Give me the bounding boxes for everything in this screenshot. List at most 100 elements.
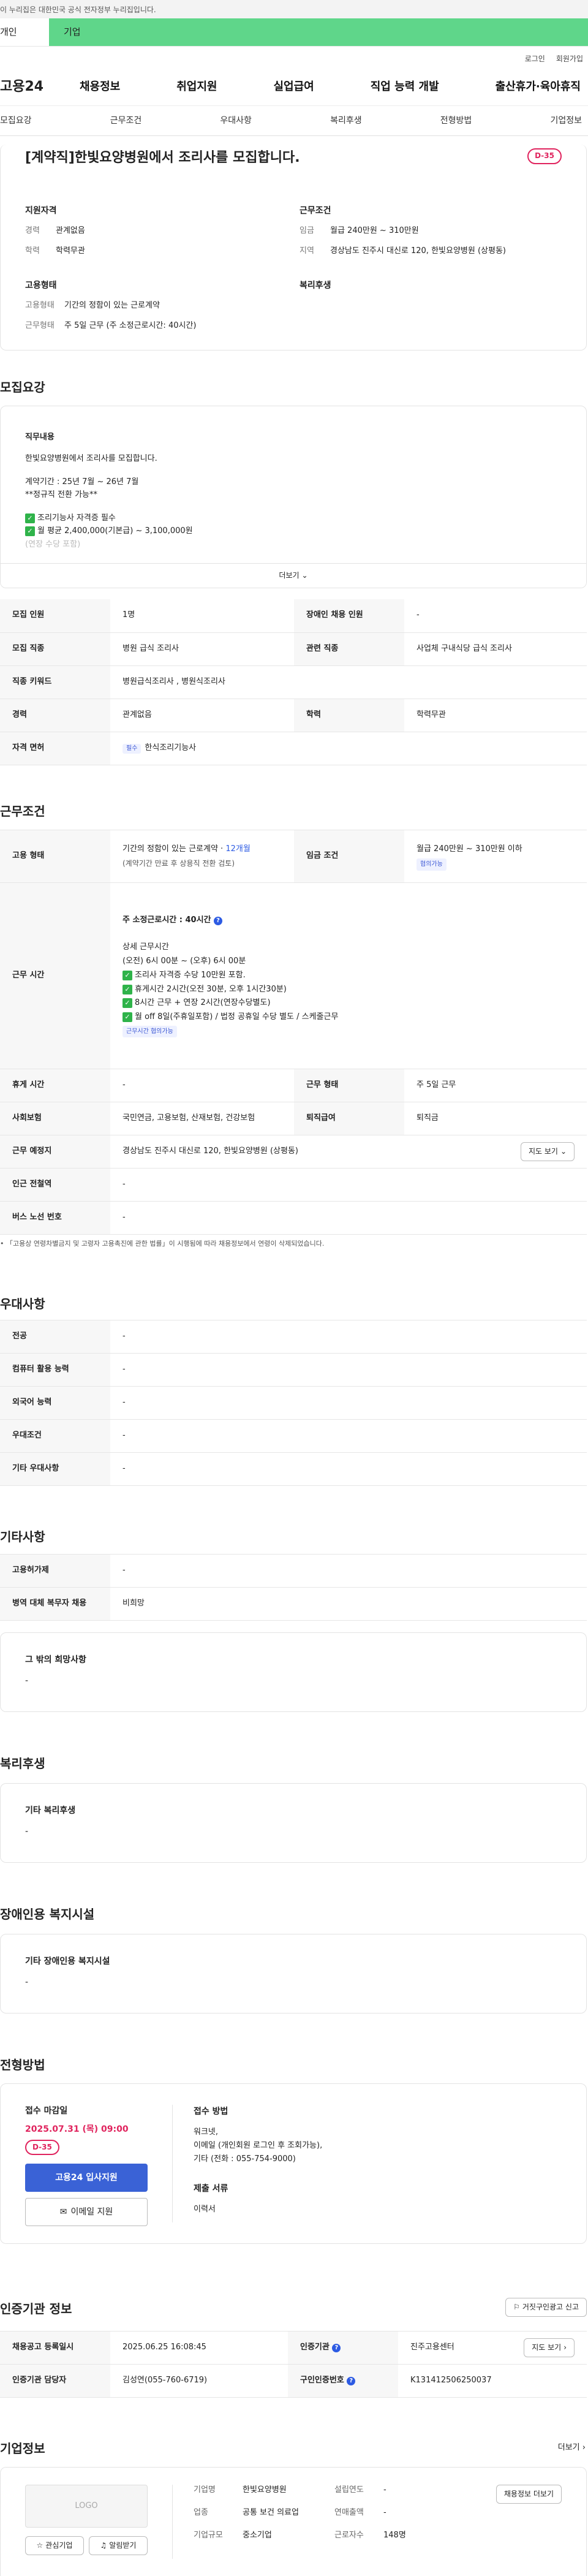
other-wishes-box: 그 밖의 희망사항 - (0, 1632, 587, 1712)
table-value: - (110, 1554, 587, 1588)
conditions-heading: 근무조건 (0, 804, 45, 819)
career-label: 경력 (25, 226, 40, 236)
wage-value: 월급 240만원 ~ 310만원 (330, 226, 419, 236)
conditions-table: 고용 형태 기간의 정함이 있는 근로계약 · 12개월 (계약기간 만료 후 상… (0, 830, 587, 1235)
gnb-training[interactable]: 직업 능력 개발 (371, 79, 439, 95)
subnav-recruit[interactable]: 모집요강 (0, 115, 32, 127)
disability-box-value: - (25, 1977, 29, 1988)
company-field-value: 공통 보건 의료업 (243, 2507, 299, 2517)
subnav-apply[interactable]: 전형방법 (440, 115, 472, 127)
map-button[interactable]: 지도 보기 ⌄ (520, 1142, 575, 1162)
company-jobs-button[interactable]: 채용정보 더보기 (496, 2485, 562, 2504)
welfare-box-heading: 기타 복리후생 (25, 1806, 76, 1816)
table-value: 국민연금, 고용보험, 산재보험, 건강보험 (110, 1102, 294, 1135)
hours-line: 휴게시간 2시간(오전 30분, 오후 1시간30분) (135, 984, 287, 994)
site-logo[interactable]: 고용24 (0, 77, 80, 97)
table-label: 사회보험 (0, 1102, 110, 1135)
company-field-label: 연매출액 (334, 2507, 364, 2517)
subnav-preferences[interactable]: 우대사항 (220, 115, 252, 127)
table-label: 컴퓨터 활용 능력 (0, 1353, 110, 1387)
table-value: - (110, 1419, 587, 1453)
table-value: 병원 급식 조리사 (110, 632, 294, 666)
report-label: 거짓구인광고 신고 (522, 2303, 579, 2311)
company-card: LOGO ☆ 관심기업 ♫ 알림받기 기업명 한빛요양병원 설립연도 - 업종 공통 보건… (0, 2467, 587, 2576)
auth-table: 채용공고 등록일시 2025.06.25 16:08:45 인증기관 ? 진주고용… (0, 2331, 587, 2398)
table-value: 비희망 (110, 1587, 587, 1621)
org-label: 인증기관 (300, 2343, 330, 2352)
gnb-employment-support[interactable]: 취업지원 (176, 79, 217, 95)
welfare-section-heading: 복리후생 (0, 1756, 45, 1771)
report-ad-button[interactable]: ⚐ 거짓구인광고 신고 (505, 2298, 587, 2317)
table-row: 근무 예정지 경상남도 진주시 대신로 120, 한빛요양병원 (상평동) 지도 … (0, 1135, 587, 1169)
table-value: 진주고용센터 지도 보기 › (398, 2331, 587, 2365)
subnav-conditions[interactable]: 근무조건 (110, 115, 142, 127)
table-row: 컴퓨터 활용 능력 - (0, 1353, 587, 1387)
negotiable-badge: 협의가능 (417, 858, 447, 871)
table-value: 경상남도 진주시 대신로 120, 한빛요양병원 (상평동) 지도 보기 ⌄ (110, 1135, 587, 1169)
worktype-label: 근무형태 (25, 321, 55, 331)
hours-line: 월 off 8일(주휴일포함) / 법정 공휴일 수당 별도 / 스케줄근무 (135, 1012, 339, 1021)
table-label: 외국어 능력 (0, 1386, 110, 1420)
info-icon[interactable]: ? (347, 2377, 356, 2386)
company-field-value: - (383, 2485, 386, 2495)
table-row: 버스 노선 번호 - (0, 1201, 587, 1235)
info-icon[interactable]: ? (332, 2344, 341, 2353)
gnb-unemployment-benefit[interactable]: 실업급여 (274, 79, 314, 95)
chevron-right-icon: › (564, 2343, 567, 2352)
emptype-label: 고용형태 (25, 301, 55, 311)
table-value: 관계없음 (110, 699, 294, 732)
disability-box: 기타 장애인용 복지시설 - (0, 1934, 587, 2013)
check-icon: ✓ (123, 1012, 132, 1022)
member-tabs: 개인 기업 (0, 18, 588, 47)
subnav-welfare[interactable]: 복리후생 (330, 115, 362, 127)
workplace-address: 경상남도 진주시 대신로 120, 한빛요양병원 (상평동) (123, 1146, 298, 1156)
table-value: - (110, 1386, 587, 1420)
org-map-button[interactable]: 지도 보기 › (524, 2338, 575, 2358)
subnav-company[interactable]: 기업정보 (550, 115, 582, 127)
table-value: 1명 (110, 599, 294, 633)
expand-description-button[interactable]: 더보기 ⌄ (1, 563, 586, 588)
company-more-link[interactable]: 더보기 › (558, 2442, 586, 2454)
check-icon: ✓ (123, 998, 132, 1009)
table-label: 구인인증번호 ? (288, 2364, 398, 2398)
notify-label: 알림받기 (109, 2541, 137, 2550)
table-value: 주 5일 근무 (404, 1069, 587, 1102)
preferences-heading: 우대사항 (0, 1297, 45, 1311)
tab-business[interactable]: 기업 (49, 18, 588, 46)
table-value: - (110, 1069, 294, 1102)
table-row: 휴게 시간 - 근무 형태 주 5일 근무 (0, 1069, 587, 1102)
description-heading: 직무내용 (25, 433, 55, 442)
wage-text: 월급 240만원 ~ 310만원 이하 (417, 844, 522, 854)
table-label: 임금 조건 (294, 830, 404, 883)
login-link[interactable]: 로그인 (525, 54, 545, 69)
online-apply-button[interactable]: 고용24 입사지원 (25, 2163, 148, 2192)
deadline-value: 2025.07.31 (목) 09:00 (25, 2124, 129, 2135)
table-label: 장애인 채용 인원 (294, 599, 404, 633)
table-row: 인근 전철역 - (0, 1168, 587, 1202)
table-value: - (110, 1452, 587, 1486)
table-value: - (110, 1353, 587, 1387)
table-row: 모집 직종 병원 급식 조리사 관련 직종 사업체 구내식당 급식 조리사 (0, 632, 587, 666)
table-label: 버스 노선 번호 (0, 1201, 110, 1235)
table-row: 외국어 능력 - (0, 1386, 587, 1420)
flag-icon: ⚐ (513, 2303, 520, 2311)
email-apply-button[interactable]: ✉ 이메일 지원 (25, 2197, 148, 2226)
table-value: K131412506250037 (398, 2364, 587, 2398)
table-row: 경력 관계없음 학력 학력무관 (0, 699, 587, 732)
company-field-label: 기업규모 (194, 2530, 223, 2540)
table-label: 근무 형태 (294, 1069, 404, 1102)
check-icon: ✓ (123, 970, 132, 980)
table-label: 인증기관 ? (288, 2331, 398, 2365)
global-nav: 고용24 채용정보 취업지원 실업급여 직업 능력 개발 출산휴가·육아휴직 (0, 69, 588, 105)
table-value: 김성연(055-760-6719) (110, 2364, 288, 2398)
page: { "gov_banner":"이 누리집은 대한민국 공식 전자정부 누리집입… (0, 0, 588, 2576)
notify-button[interactable]: ♫ 알림받기 (89, 2536, 148, 2556)
info-icon[interactable]: ? (214, 916, 223, 925)
tab-personal[interactable]: 개인 (0, 18, 49, 46)
favorite-company-button[interactable]: ☆ 관심기업 (25, 2536, 84, 2556)
signup-link[interactable]: 회원가입 (556, 54, 583, 69)
gnb-jobs[interactable]: 채용정보 (80, 79, 120, 95)
gnb-parental-leave[interactable]: 출산휴가·육아휴직 (496, 79, 581, 95)
table-value: 2025.06.25 16:08:45 (110, 2331, 288, 2365)
table-value: 월급 240만원 ~ 310만원 이하협의가능 (404, 830, 587, 883)
